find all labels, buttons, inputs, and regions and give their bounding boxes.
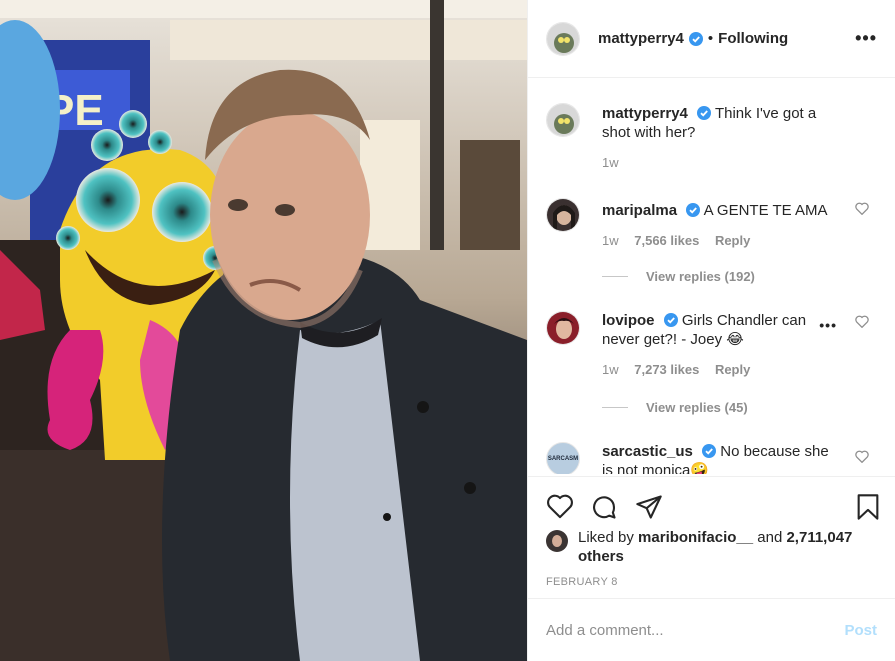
heart-icon[interactable] [546, 493, 574, 524]
separator-dot: • [707, 30, 714, 47]
avatar-image [547, 104, 579, 136]
post-side-panel: mattyperry4 • Following ••• mattyperry4 … [527, 0, 895, 661]
comment-item: SARCASM sarcastic_us No because she is n… [546, 442, 877, 474]
comment-icon[interactable] [590, 493, 618, 526]
more-options-icon[interactable]: ••• [855, 28, 877, 49]
avatar-image [547, 22, 579, 55]
replies-divider [602, 276, 628, 277]
comment-like-icon[interactable] [855, 450, 869, 468]
liked-by-user[interactable]: maribonifacio__ [638, 529, 753, 546]
comment-meta: 1w 7,273 likes Reply [602, 360, 839, 379]
comment-body: maripalma A GENTE TE AMA 1w 7,566 likes … [602, 201, 839, 250]
commenter-avatar[interactable] [546, 198, 580, 232]
comment-item: lovipoe Girls Chandler can never get?! -… [546, 311, 877, 421]
liked-by-prefix: Liked by [578, 529, 634, 546]
caption-meta: 1w [602, 153, 839, 172]
view-replies-button[interactable]: View replies (192) [602, 269, 755, 284]
comment-like-icon[interactable] [855, 202, 869, 220]
liked-by: Liked by maribonifacio__ and 2,711,047 o… [546, 528, 877, 566]
comment-meta: 1w 7,566 likes Reply [602, 231, 839, 250]
comment-username[interactable]: maripalma [602, 202, 677, 219]
comment-likes[interactable]: 7,566 likes [634, 233, 699, 248]
share-icon[interactable] [635, 493, 663, 526]
following-button[interactable]: Following [718, 30, 788, 47]
liker-avatar[interactable] [546, 530, 568, 552]
verified-icon [688, 31, 703, 46]
post-button[interactable]: Post [844, 622, 877, 639]
comment-time[interactable]: 1w [602, 362, 619, 377]
avatar-text: SARCASM [547, 456, 579, 462]
comments-list[interactable]: mattyperry4 Think I've got a shot with h… [528, 78, 895, 474]
verified-icon [686, 203, 701, 217]
comment-text: A GENTE TE AMA [703, 202, 828, 219]
post-actions: Liked by maribonifacio__ and 2,711,047 o… [528, 476, 895, 598]
avatar-image [547, 199, 579, 231]
comment-input[interactable] [546, 621, 845, 639]
replies-divider [602, 407, 628, 408]
comment-time[interactable]: 1w [602, 233, 619, 248]
comment-more-icon[interactable]: ••• [819, 317, 837, 333]
verified-icon [702, 444, 717, 458]
caption-username[interactable]: mattyperry4 [602, 105, 688, 122]
post-date[interactable]: FEBRUARY 8 [546, 576, 618, 588]
liked-by-and: and [757, 529, 783, 546]
comment-likes[interactable]: 7,273 likes [634, 362, 699, 377]
view-replies-label: View replies (192) [646, 269, 755, 284]
author-username[interactable]: mattyperry4 [598, 30, 684, 47]
verified-icon [697, 106, 712, 120]
verified-icon [663, 313, 678, 327]
reply-button[interactable]: Reply [715, 362, 750, 377]
action-icons [546, 493, 881, 521]
reply-button[interactable]: Reply [715, 233, 750, 248]
view-replies-button[interactable]: View replies (45) [602, 400, 748, 415]
bookmark-icon[interactable] [855, 493, 881, 526]
comment-body: sarcastic_us No because she is not monic… [602, 442, 839, 474]
comment-body: lovipoe Girls Chandler can never get?! -… [602, 311, 839, 379]
comment-username[interactable]: lovipoe [602, 312, 655, 329]
commenter-avatar[interactable]: SARCASM [546, 442, 580, 474]
commenter-avatar[interactable] [546, 311, 580, 345]
comment-like-icon[interactable] [855, 315, 869, 333]
photo-image: PE [0, 0, 527, 661]
caption-time[interactable]: 1w [602, 155, 619, 170]
avatar-image [547, 312, 579, 344]
liked-by-text: Liked by maribonifacio__ and 2,711,047 o… [578, 528, 877, 566]
caption-body: mattyperry4 Think I've got a shot with h… [602, 104, 839, 172]
post-photo[interactable]: PE [0, 0, 527, 661]
view-replies-label: View replies (45) [646, 400, 748, 415]
caption-avatar[interactable] [546, 103, 580, 137]
comment-composer: Post [528, 598, 895, 661]
comment-username[interactable]: sarcastic_us [602, 443, 693, 460]
author-avatar[interactable] [546, 21, 580, 56]
post-header: mattyperry4 • Following ••• [528, 0, 895, 78]
comment-item: maripalma A GENTE TE AMA 1w 7,566 likes … [546, 198, 877, 288]
